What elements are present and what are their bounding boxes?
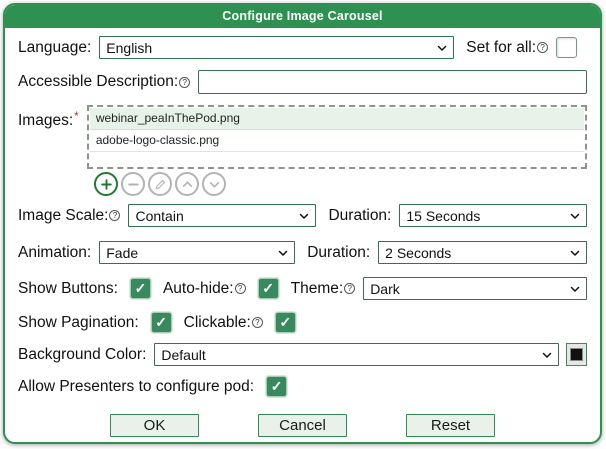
- help-icon[interactable]: ?: [344, 283, 356, 294]
- animation-duration-label: Duration:: [307, 243, 371, 261]
- help-icon[interactable]: ?: [109, 210, 121, 221]
- pencil-icon: [155, 179, 165, 189]
- image-scale-select[interactable]: Contain: [128, 204, 317, 227]
- animation-select[interactable]: Fade: [99, 241, 296, 264]
- show-pagination-label: Show Pagination:: [18, 313, 139, 331]
- allow-presenters-checkbox[interactable]: ✓: [266, 376, 288, 397]
- allow-presenters-row: Allow Presenters to configure pod: ✓: [18, 376, 587, 397]
- color-swatch: [570, 348, 583, 361]
- animation-select-value: Fade: [106, 244, 139, 261]
- slide-duration-select-value: 15 Seconds: [406, 207, 481, 224]
- footer-buttons: OK Cancel Reset: [18, 414, 587, 437]
- theme-select[interactable]: Dark: [363, 277, 587, 300]
- images-row: Images:* webinar_peaInThePod.png adobe-l…: [18, 105, 587, 169]
- allow-presenters-label: Allow Presenters to configure pod:: [18, 377, 255, 395]
- set-for-all-label: Set for all:: [466, 38, 537, 56]
- image-scale-row: Image Scale: ? Contain Duration: 15 Seco…: [18, 204, 587, 227]
- image-scale-select-value: Contain: [135, 207, 184, 224]
- help-icon[interactable]: ?: [234, 283, 246, 294]
- plus-icon: [100, 178, 112, 190]
- chevron-down-icon: [438, 45, 447, 51]
- images-toolbar: [94, 172, 587, 196]
- edit-image-button[interactable]: [148, 172, 172, 196]
- move-up-button[interactable]: [175, 172, 199, 196]
- background-color-select-value: Default: [161, 346, 206, 363]
- accessible-description-row: Accessible Description: ?: [18, 70, 587, 94]
- theme-select-value: Dark: [370, 280, 400, 297]
- auto-hide-checkbox[interactable]: ✓: [257, 278, 279, 299]
- list-item[interactable]: webinar_peaInThePod.png: [89, 108, 584, 130]
- animation-row: Animation: Fade Duration: 2 Seconds: [18, 241, 587, 264]
- auto-hide-label: Auto-hide:: [162, 279, 234, 297]
- check-icon: ✓: [134, 280, 147, 296]
- background-color-select[interactable]: Default: [154, 343, 559, 366]
- reset-button[interactable]: Reset: [406, 414, 495, 437]
- help-icon[interactable]: ?: [179, 76, 191, 88]
- check-icon: ✓: [262, 280, 274, 296]
- minus-icon: [127, 183, 139, 185]
- background-color-label: Background Color:: [18, 345, 147, 363]
- help-icon[interactable]: ?: [251, 317, 263, 328]
- chevron-down-icon: [570, 250, 580, 256]
- show-buttons-label: Show Buttons:: [18, 279, 118, 297]
- color-swatch-button[interactable]: [566, 343, 587, 366]
- images-label: Images:*: [18, 109, 79, 129]
- set-for-all-checkbox[interactable]: ✓: [556, 37, 578, 58]
- slide-duration-select[interactable]: 15 Seconds: [399, 204, 587, 227]
- chevron-up-icon: [182, 181, 192, 187]
- language-row: Language: English Set for all: ? ✓: [18, 36, 587, 59]
- configure-image-carousel-dialog: Configure Image Carousel Language: Engli…: [3, 3, 602, 444]
- language-select[interactable]: English: [99, 36, 455, 59]
- chevron-down-icon: [209, 181, 219, 187]
- show-pagination-row: Show Pagination: ✓ Clickable: ? ✓: [18, 312, 587, 333]
- check-icon: ✓: [270, 378, 283, 394]
- background-color-row: Background Color: Default: [18, 343, 587, 366]
- chevron-down-icon: [570, 286, 580, 292]
- required-icon: *: [74, 109, 79, 123]
- chevron-down-icon: [542, 352, 552, 358]
- clickable-checkbox[interactable]: ✓: [274, 312, 296, 333]
- show-buttons-checkbox[interactable]: ✓: [129, 278, 151, 299]
- accessible-description-input[interactable]: [198, 70, 587, 94]
- language-label: Language:: [18, 38, 92, 56]
- show-pagination-checkbox[interactable]: ✓: [150, 312, 172, 333]
- chevron-down-icon: [278, 250, 288, 256]
- add-image-button[interactable]: [94, 172, 118, 196]
- chevron-down-icon: [570, 213, 580, 219]
- animation-duration-select[interactable]: 2 Seconds: [378, 241, 587, 264]
- slide-duration-label: Duration:: [328, 206, 392, 224]
- image-scale-label: Image Scale:: [18, 206, 109, 224]
- show-buttons-row: Show Buttons: ✓ Auto-hide: ? ✓ Theme: ? …: [18, 277, 587, 300]
- cancel-button[interactable]: Cancel: [258, 414, 347, 437]
- dialog-title: Configure Image Carousel: [5, 5, 600, 28]
- help-icon[interactable]: ?: [537, 42, 549, 53]
- remove-image-button[interactable]: [121, 172, 145, 196]
- animation-label: Animation:: [18, 243, 92, 261]
- accessible-description-label: Accessible Description:: [18, 73, 179, 90]
- clickable-label: Clickable:: [183, 313, 251, 331]
- check-icon: ✓: [279, 314, 292, 330]
- language-select-value: English: [106, 39, 153, 56]
- images-listbox[interactable]: webinar_peaInThePod.png adobe-logo-class…: [86, 105, 587, 169]
- list-item[interactable]: adobe-logo-classic.png: [89, 130, 584, 152]
- check-icon: ✓: [155, 314, 167, 330]
- theme-label: Theme:: [290, 279, 344, 297]
- chevron-down-icon: [300, 213, 309, 219]
- ok-button[interactable]: OK: [110, 414, 199, 437]
- animation-duration-select-value: 2 Seconds: [385, 244, 452, 261]
- move-down-button[interactable]: [202, 172, 226, 196]
